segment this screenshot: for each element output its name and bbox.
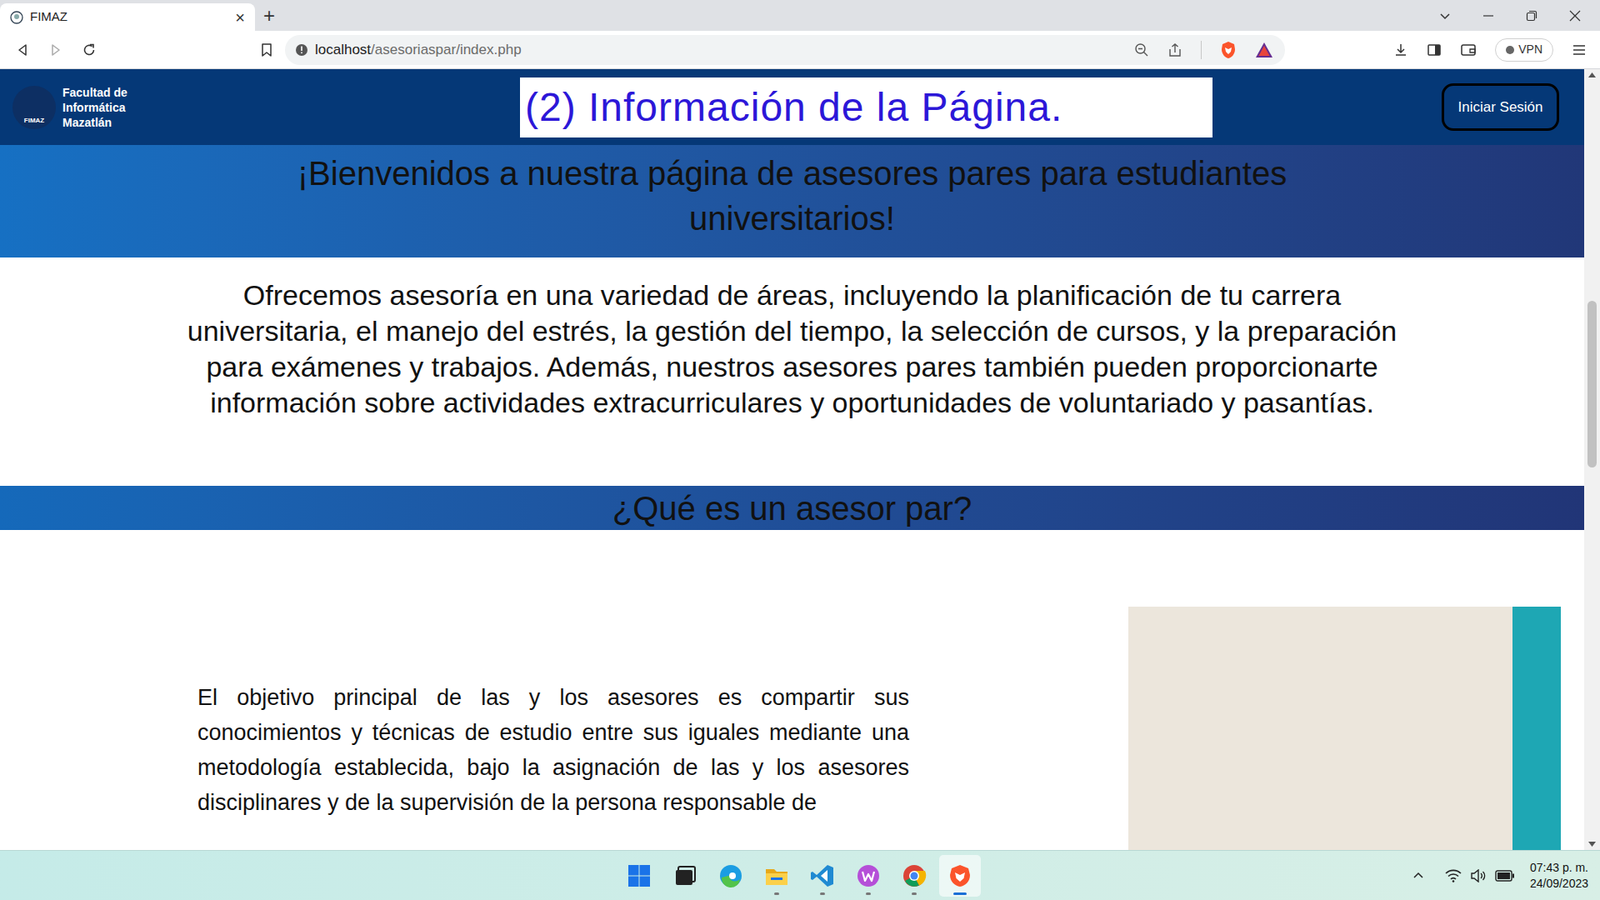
intro-section: Ofrecemos asesoría en una variedad de ár… [0, 257, 1585, 486]
brave-shields-icon[interactable] [1220, 40, 1237, 60]
taskbar-app[interactable] [847, 855, 890, 897]
back-icon[interactable] [15, 42, 30, 58]
menu-icon[interactable] [1571, 42, 1587, 58]
taskbar-app[interactable] [618, 855, 660, 897]
logo-line: Informática [62, 100, 128, 115]
running-indicator [865, 892, 871, 895]
browser-tab[interactable]: FIMAZ × [0, 3, 255, 31]
team-photo [1128, 606, 1561, 850]
edge-icon [718, 863, 744, 889]
welcome-heading: ¡Bienvenidos a nuestra página de asesore… [217, 150, 1368, 258]
taskbar-app[interactable] [664, 855, 706, 897]
running-indicator [911, 892, 917, 895]
scroll-up-icon[interactable] [1588, 72, 1596, 78]
scrollbar[interactable] [1584, 69, 1600, 850]
tab-search-icon[interactable] [1438, 9, 1452, 23]
url-host: localhost [315, 41, 371, 58]
page-title-box: (2) Información de la Página. [520, 77, 1213, 138]
wallet-icon[interactable] [1460, 42, 1477, 58]
page: FIMAZ Facultad de Informática Mazatlán (… [0, 69, 1585, 850]
new-tab-button[interactable]: + [263, 5, 275, 26]
section-heading: ¿Qué es un asesor par? [612, 491, 972, 525]
logo: FIMAZ Facultad de Informática Mazatlán [12, 85, 143, 130]
clock-date: 24/09/2023 [1530, 875, 1589, 892]
reload-icon[interactable] [81, 42, 97, 58]
battery-icon[interactable] [1495, 870, 1515, 882]
page-viewport: FIMAZ Facultad de Informática Mazatlán (… [0, 69, 1600, 850]
tab-label: FIMAZ [30, 7, 68, 27]
taskbar-app[interactable] [939, 855, 981, 897]
site-header: FIMAZ Facultad de Informática Mazatlán (… [0, 69, 1585, 145]
taskbar-app[interactable] [801, 855, 844, 897]
intro-text: Ofrecemos asesoría en una variedad de ár… [184, 277, 1401, 421]
tab-close-button[interactable]: × [235, 9, 245, 26]
welcome-banner: ¡Bienvenidos a nuestra página de asesore… [0, 145, 1585, 258]
bookmark-icon[interactable] [260, 42, 274, 58]
running-indicator [820, 892, 825, 895]
vpn-button[interactable]: VPN [1495, 38, 1554, 62]
wifi-icon[interactable] [1445, 869, 1462, 883]
running-indicator [953, 892, 967, 895]
section-text: El objetivo principal de las y los aseso… [197, 680, 910, 820]
download-icon[interactable] [1393, 42, 1409, 58]
zoom-icon[interactable] [1134, 42, 1150, 58]
clock-time: 07:43 p. m. [1530, 860, 1589, 876]
sidebar-icon[interactable] [1426, 42, 1442, 58]
section-content: El objetivo principal de las y los aseso… [0, 530, 1585, 850]
address-bar[interactable]: localhost/asesoriaspar/index.php [285, 35, 1285, 65]
brave-rewards-icon[interactable] [1255, 41, 1274, 59]
minimize-icon[interactable] [1481, 9, 1495, 23]
favicon-icon [10, 10, 24, 25]
scroll-down-icon[interactable] [1588, 841, 1596, 847]
restore-icon[interactable] [1525, 9, 1539, 23]
chrome-icon [901, 863, 927, 889]
taskbar-app[interactable] [893, 855, 935, 897]
login-button[interactable]: Iniciar Sesión [1441, 83, 1560, 131]
tab-strip: FIMAZ × + [0, 0, 1600, 31]
volume-icon[interactable] [1470, 869, 1487, 883]
share-icon[interactable] [1167, 42, 1183, 58]
logo-emblem-icon: FIMAZ [12, 85, 56, 130]
vpn-label: VPN [1518, 40, 1543, 59]
section-bar: ¿Qué es un asesor par? [0, 485, 1585, 530]
scroll-thumb[interactable] [1587, 300, 1597, 468]
tray-chevron-icon[interactable] [1411, 869, 1425, 883]
logo-line: Mazatlán [62, 115, 128, 130]
forward-icon [48, 42, 64, 58]
running-indicator [774, 892, 780, 895]
taskbar-app[interactable] [755, 855, 798, 897]
files-icon [764, 863, 790, 889]
brave-icon [947, 863, 973, 889]
logo-mark: FIMAZ [24, 117, 45, 125]
toolbar: localhost/asesoriaspar/index.php VPN [0, 30, 1600, 70]
taskbar: 07:43 p. m. 24/09/2023 [0, 850, 1600, 900]
start-icon [626, 863, 652, 889]
info-icon[interactable] [295, 43, 309, 57]
page-title: (2) Información de la Página. [525, 77, 1063, 138]
clock[interactable]: 07:43 p. m. 24/09/2023 [1530, 860, 1589, 892]
close-window-icon[interactable] [1568, 9, 1582, 23]
taskview-icon [672, 863, 698, 889]
taskbar-app[interactable] [710, 855, 752, 897]
wapp-icon [855, 863, 881, 889]
vscode-icon [810, 863, 835, 889]
logo-line: Facultad de [62, 85, 128, 100]
vpn-status-icon [1505, 45, 1515, 55]
url-path: /asesoriaspar/index.php [370, 41, 522, 58]
